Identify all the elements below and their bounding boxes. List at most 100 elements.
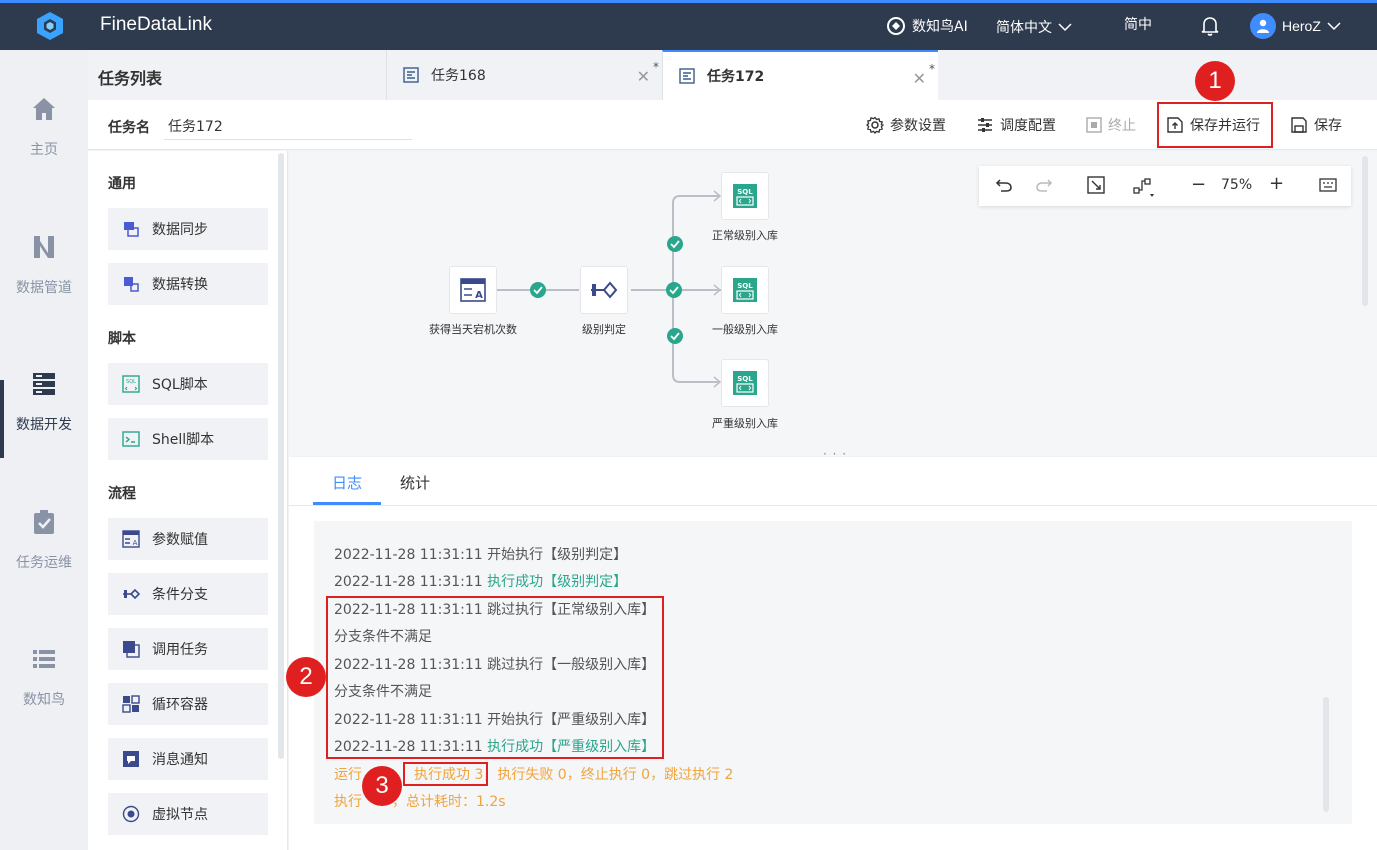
annotation-badge-3: 3	[362, 766, 402, 806]
nav-label-home: 主页	[30, 142, 58, 158]
highlight-box-log-lines	[326, 596, 664, 759]
flow-node-get-downtime[interactable]: A	[449, 266, 497, 314]
summary-total-time: ，总计耗时：1.2s	[392, 794, 506, 810]
branch-icon	[591, 281, 618, 299]
user-menu[interactable]: HeroZ	[1250, 13, 1341, 39]
component-sql-script[interactable]: SQL SQL脚本	[108, 363, 268, 405]
nav-label-task-ops: 任务运维	[16, 555, 72, 571]
zoom-out-button[interactable]: −	[1191, 174, 1206, 195]
redo-icon[interactable]	[1035, 176, 1053, 194]
app-name: FineDataLink	[100, 14, 212, 35]
section-flow: 流程	[108, 486, 136, 502]
stop-icon	[1086, 117, 1102, 133]
tab-label: 任务168	[431, 68, 486, 84]
clipboard-check-icon	[34, 510, 54, 534]
tab-statistics[interactable]: 统计	[400, 472, 430, 493]
component-label: SQL脚本	[152, 377, 208, 393]
tab-log[interactable]: 日志	[332, 472, 362, 493]
bell-icon	[1201, 17, 1219, 36]
message-icon	[123, 751, 139, 767]
component-call-task[interactable]: 调用任务	[108, 628, 268, 670]
flow-node-general-level[interactable]: SQL	[721, 266, 769, 314]
nav-item-home[interactable]: 主页	[0, 95, 88, 159]
simplified-chinese-toggle[interactable]: 简中	[1124, 14, 1152, 34]
flow-node-normal-level[interactable]: SQL	[721, 172, 769, 220]
node-label: 级别判定	[582, 323, 626, 336]
component-panel-scrollbar[interactable]	[278, 153, 284, 759]
layout-icon[interactable]	[1133, 176, 1155, 198]
home-icon	[33, 98, 55, 120]
component-virtual-node[interactable]: 虚拟节点	[108, 793, 268, 835]
component-data-transform[interactable]: 数据转换	[108, 263, 268, 305]
stop-button[interactable]: 终止	[1086, 115, 1136, 135]
gear-icon	[866, 116, 884, 134]
notification-button[interactable]	[1200, 15, 1220, 41]
task-file-icon	[679, 68, 695, 84]
nav-item-task-ops[interactable]: 任务运维	[0, 508, 88, 572]
ai-assistant-button[interactable]: 数知鸟AI	[886, 16, 968, 36]
sliders-icon	[978, 118, 992, 132]
component-label: Shell脚本	[152, 432, 215, 448]
language-select[interactable]: 简体中文	[996, 17, 1072, 37]
component-message-notify[interactable]: 消息通知	[108, 738, 268, 780]
save-label: 保存	[1314, 118, 1342, 134]
component-param-assign[interactable]: A 参数赋值	[108, 518, 268, 560]
nav-item-shuzhiniao[interactable]: 数知鸟	[0, 645, 88, 709]
highlight-box-save-and-run	[1157, 102, 1273, 148]
component-panel: 通用 数据同步 数据转换 脚本 SQL SQL脚本 Shell脚本 流程 A 参…	[88, 151, 288, 850]
task-file-icon	[403, 67, 419, 83]
task-name-input[interactable]	[164, 112, 412, 140]
keyboard-icon[interactable]	[1319, 176, 1337, 194]
param-settings-button[interactable]: 参数设置	[866, 115, 946, 135]
finedatalink-logo-icon[interactable]	[34, 10, 66, 42]
server-icon	[33, 373, 55, 395]
chevron-down-icon	[1327, 22, 1341, 31]
log-text: 开始执行【级别判定】	[487, 547, 628, 563]
tab-label: 任务172	[707, 69, 765, 85]
close-icon[interactable]: ✕	[637, 67, 650, 86]
component-label: 参数赋值	[152, 532, 208, 548]
zoom-in-button[interactable]: +	[1269, 173, 1284, 194]
tab-task-172[interactable]: 任务172 ✕ *	[662, 50, 938, 100]
component-loop-container[interactable]: 循环容器	[108, 683, 268, 725]
node-label: 获得当天宕机次数	[429, 323, 517, 336]
fit-view-icon[interactable]	[1087, 176, 1105, 194]
user-name: HeroZ	[1282, 18, 1321, 34]
loop-container-icon	[122, 695, 140, 713]
sql-icon: SQL	[122, 375, 140, 393]
canvas-scrollbar[interactable]	[1362, 156, 1368, 306]
summary-rest: ，执行失败 0，终止执行 0，跳过执行 2	[483, 767, 734, 783]
flow-canvas[interactable]: A 获得当天宕机次数 级别判定 SQL 正常级别入库 SQL 一般级别入库 SQ…	[289, 151, 1377, 475]
component-label: 数据同步	[152, 222, 208, 238]
list-icon	[33, 650, 55, 668]
flow-node-level-judge[interactable]	[580, 266, 628, 314]
flow-node-severe-level[interactable]: SQL	[721, 359, 769, 407]
nav-label-shuzhiniao: 数知鸟	[23, 692, 65, 708]
top-bar: FineDataLink 数知鸟AI 简体中文 简中 HeroZ	[0, 0, 1377, 50]
pipeline-icon	[34, 236, 54, 258]
component-label: 循环容器	[152, 697, 208, 713]
sql-icon: SQL	[733, 184, 757, 208]
nav-item-data-development[interactable]: 数据开发	[0, 370, 88, 434]
schedule-config-button[interactable]: 调度配置	[976, 115, 1056, 135]
component-label: 消息通知	[152, 752, 208, 768]
log-scrollbar[interactable]	[1323, 697, 1329, 812]
tab-task-168[interactable]: 任务168 ✕ *	[386, 50, 662, 100]
save-button[interactable]: 保存	[1290, 115, 1342, 135]
svg-text:A: A	[133, 539, 138, 547]
chevron-down-icon	[1058, 23, 1072, 32]
close-icon[interactable]: ✕	[913, 69, 926, 88]
undo-icon[interactable]	[995, 176, 1013, 194]
log-summary-line: 执行 ，总计耗时：1.2s	[334, 791, 506, 811]
log-time: 2022-11-28 11:31:11	[334, 574, 483, 590]
nav-item-pipeline[interactable]: 数据管道	[0, 233, 88, 297]
summary-prefix: 运行	[334, 767, 362, 783]
svg-text:SQL: SQL	[737, 188, 753, 196]
log-line: 2022-11-28 11:31:11 开始执行【级别判定】	[334, 544, 627, 564]
component-condition-branch[interactable]: 条件分支	[108, 573, 268, 615]
schedule-config-label: 调度配置	[1000, 118, 1056, 134]
param-assign-icon: A	[122, 530, 140, 548]
component-data-sync[interactable]: 数据同步	[108, 208, 268, 250]
component-shell-script[interactable]: Shell脚本	[108, 418, 268, 460]
node-label: 一般级别入库	[712, 323, 778, 336]
